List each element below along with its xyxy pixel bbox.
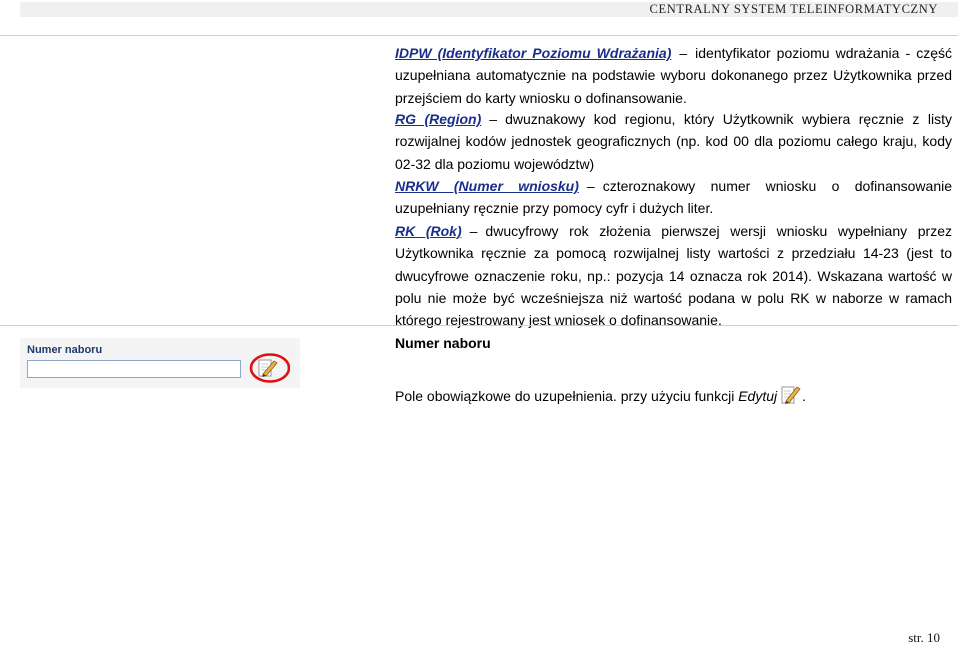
body-text-end: .: [802, 388, 807, 404]
definition-rk: RK (Rok) – dwucyfrowy rok złożenia pierwsz…: [395, 223, 952, 329]
body-text: Pole obowiązkowe do uzupełnienia. przy u…: [395, 388, 739, 404]
definition-term: RG (Region): [395, 111, 482, 127]
definition-idpw: IDPW (Identyfikator Poziomu Wdrażania) – i…: [395, 45, 952, 106]
definition-term: IDPW (Identyfikator Poziomu Wdrażania): [395, 45, 672, 61]
section-divider: [0, 325, 958, 326]
header-divider: [0, 35, 958, 36]
edit-button[interactable]: [246, 353, 291, 383]
header-title: CENTRALNY SYSTEM TELEINFORMATYCZNY: [649, 2, 938, 16]
definition-text: dwucyfrowy rok złożenia pierwszej wersji…: [395, 223, 952, 329]
section-heading: Numer naboru: [395, 335, 491, 351]
edit-pencil-icon: [780, 383, 802, 407]
widget-label: Numer naboru: [27, 344, 103, 356]
numer-naboru-input[interactable]: [27, 360, 241, 378]
edit-pencil-icon: [249, 353, 291, 383]
definition-nrkw: NRKW (Numer wniosku) – czteroznakowy numer…: [395, 178, 953, 217]
definition-term: NRKW (Numer wniosku): [395, 178, 579, 194]
definition-term: RK (Rok): [395, 223, 462, 239]
section-body: Pole obowiązkowe do uzupełnienia. przy u…: [395, 383, 806, 407]
page-number: str. 10: [908, 630, 940, 645]
function-name: Edytuj: [738, 388, 778, 404]
definition-rg: RG (Region) – dwuznakowy kod regionu, któr…: [395, 111, 953, 172]
